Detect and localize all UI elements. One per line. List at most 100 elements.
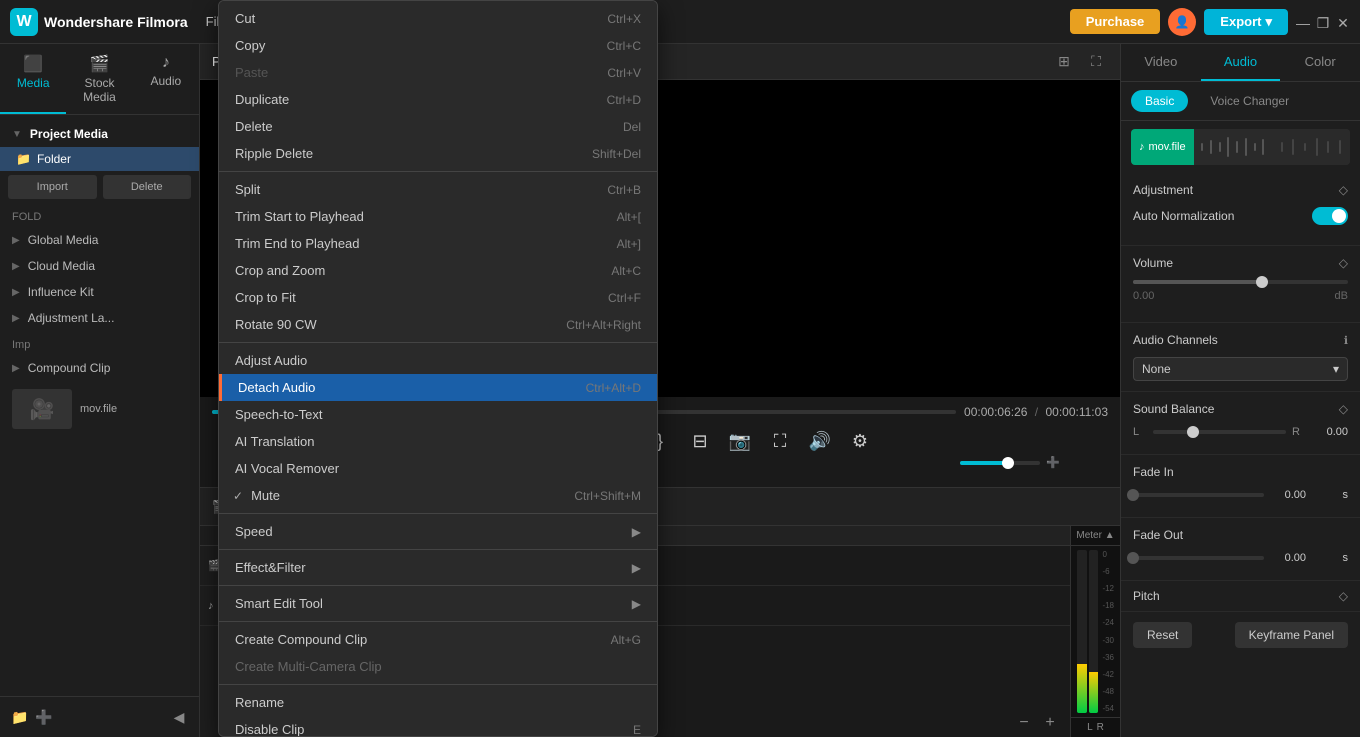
ctx-ts-shortcut: Alt+[ (617, 210, 641, 224)
purchase-button[interactable]: Purchase (1070, 9, 1161, 34)
add-item-icon[interactable]: ➕ (32, 705, 56, 729)
media-item[interactable]: 🎥 mov.file (12, 389, 187, 429)
tab-stock-media[interactable]: 🎬 Stock Media (66, 44, 132, 114)
ctx-delete[interactable]: Delete Del (219, 113, 657, 140)
avatar[interactable]: 👤 (1168, 8, 1196, 36)
ctx-se-label: Smart Edit Tool (235, 596, 323, 611)
volume-slider[interactable] (960, 461, 1040, 465)
ctx-paste-shortcut: Ctrl+V (607, 66, 641, 80)
ctx-mute[interactable]: ✓ Mute Ctrl+Shift+M (219, 482, 657, 509)
ctx-ai-vocal[interactable]: AI Vocal Remover (219, 455, 657, 482)
delete-folder-button[interactable]: Delete (103, 175, 192, 199)
ctx-trim-start[interactable]: Trim Start to Playhead Alt+[ (219, 203, 657, 230)
sidebar-item-cloud-media[interactable]: ▶ Cloud Media (0, 253, 199, 279)
sidebar-item-project-media[interactable]: ▼ Project Media (0, 121, 199, 147)
reset-button[interactable]: Reset (1133, 622, 1192, 648)
keyframe-button[interactable]: Keyframe Panel (1235, 622, 1348, 648)
collapse-icon[interactable]: ◀ (167, 705, 191, 729)
ctx-ait-label: AI Translation (235, 434, 315, 449)
sidebar-bottom: 📁 ➕ ◀ (0, 696, 199, 737)
sidebar-item-folder[interactable]: 📁 Folder (0, 147, 199, 171)
ctx-ai-translation[interactable]: AI Translation (219, 428, 657, 455)
ctx-rename[interactable]: Rename (219, 689, 657, 716)
export-button[interactable]: Export ▾ (1204, 9, 1288, 35)
ctx-smart-edit[interactable]: Smart Edit Tool ▶ (219, 590, 657, 617)
ctx-duplicate[interactable]: Duplicate Ctrl+D (219, 86, 657, 113)
volume-slider-thumb[interactable] (1256, 276, 1268, 288)
vu-scale: 0 -6 -12 -18 -24 -30 -36 -42 -48 -54 (1100, 550, 1114, 713)
ctx-create-compound[interactable]: Create Compound Clip Alt+G (219, 626, 657, 653)
volume-value: 0.00 (1133, 290, 1154, 302)
sidebar-label-adjustment: Adjustment La... (28, 311, 115, 325)
ctx-spd-label: Speed (235, 524, 273, 539)
ctx-dup-shortcut: Ctrl+D (607, 93, 641, 107)
lr-labels: L R (1071, 717, 1120, 737)
fade-out-thumb[interactable] (1127, 552, 1139, 564)
zoom-out-button[interactable]: − (1014, 713, 1034, 733)
lr-slider-thumb[interactable] (1187, 426, 1199, 438)
panel-tab-video[interactable]: Video (1121, 44, 1201, 81)
auto-norm-toggle[interactable] (1312, 207, 1348, 225)
ctx-cut[interactable]: Cut Ctrl+X (219, 5, 657, 32)
ctx-speed[interactable]: Speed ▶ (219, 518, 657, 545)
panel-subtab-voice-changer[interactable]: Voice Changer (1196, 90, 1303, 112)
pitch-diamond[interactable]: ◇ (1339, 589, 1348, 603)
close-button[interactable]: ✕ (1336, 15, 1350, 29)
clip-thumbnail: 🎥 (12, 389, 72, 429)
fullscreen-icon[interactable]: ⛶ (1084, 50, 1108, 74)
ctx-disable-clip[interactable]: Disable Clip E (219, 716, 657, 737)
zoom-controls: − + (1014, 713, 1060, 733)
audio-waveform-right (1272, 129, 1350, 165)
import-button[interactable]: Import (8, 175, 97, 199)
ctx-adjust-audio[interactable]: Adjust Audio (219, 347, 657, 374)
sidebar-item-compound-clip[interactable]: ▶ Compound Clip (0, 355, 199, 381)
add-volume-icon[interactable]: ➕ (1046, 456, 1060, 469)
tab-media[interactable]: ⬛ Media (0, 44, 66, 114)
ctx-sep6 (219, 621, 657, 622)
panel-tab-color[interactable]: Color (1280, 44, 1360, 81)
fade-in-thumb[interactable] (1127, 489, 1139, 501)
panel-subtab-basic[interactable]: Basic (1131, 90, 1188, 112)
tab-audio[interactable]: ♪ Audio (133, 44, 199, 114)
volume-slider-track[interactable] (1133, 280, 1348, 284)
ctx-sep2 (219, 342, 657, 343)
volume-control: ➕ (960, 456, 1060, 469)
ctx-split[interactable]: Split Ctrl+B (219, 176, 657, 203)
volume-diamond[interactable]: ◇ (1339, 256, 1348, 270)
ctx-speech-text[interactable]: Speech-to-Text (219, 401, 657, 428)
context-menu: Cut Ctrl+X Copy Ctrl+C Paste Ctrl+V Dupl… (218, 0, 658, 737)
panel-tab-audio[interactable]: Audio (1201, 44, 1281, 81)
ctx-crop-zoom[interactable]: Crop and Zoom Alt+C (219, 257, 657, 284)
fade-in-track[interactable] (1133, 493, 1264, 497)
maximize-button[interactable]: ❐ (1316, 15, 1330, 29)
fade-in-value: 0.00 (1270, 489, 1306, 501)
fade-out-track[interactable] (1133, 556, 1264, 560)
audio-channels-select[interactable]: None ▾ (1133, 357, 1348, 381)
vu-36: -36 (1102, 653, 1114, 662)
ctx-ripple-delete[interactable]: Ripple Delete Shift+Del (219, 140, 657, 167)
sidebar-item-influence-kit[interactable]: ▶ Influence Kit (0, 279, 199, 305)
expand-arrow: ▼ (12, 129, 22, 140)
ctx-effect-filter[interactable]: Effect&Filter ▶ (219, 554, 657, 581)
ctx-copy[interactable]: Copy Ctrl+C (219, 32, 657, 59)
settings-button[interactable]: ⚙ (846, 427, 874, 455)
sound-balance-diamond[interactable]: ◇ (1339, 402, 1348, 416)
add-folder-icon[interactable]: 📁 (8, 705, 32, 729)
adjustment-diamond[interactable]: ◇ (1339, 183, 1348, 197)
sound-balance-header-row: Sound Balance ◇ (1133, 402, 1348, 416)
sidebar-item-global-media[interactable]: ▶ Global Media (0, 227, 199, 253)
ctx-crop-fit[interactable]: Crop to Fit Ctrl+F (219, 284, 657, 311)
meter-label[interactable]: Meter ▲ (1071, 526, 1120, 546)
sidebar-item-adjustment-la[interactable]: ▶ Adjustment La... (0, 305, 199, 331)
minimize-button[interactable]: — (1296, 15, 1310, 29)
grid-view-icon[interactable]: ⊞ (1052, 50, 1076, 74)
fullscreen-player-button[interactable]: ⛶ (766, 427, 794, 455)
zoom-in-button[interactable]: + (1040, 713, 1060, 733)
split-button[interactable]: ⊟ (686, 427, 714, 455)
lr-slider-track[interactable] (1153, 430, 1286, 434)
speaker-button[interactable]: 🔊 (806, 427, 834, 455)
ctx-detach-audio[interactable]: Detach Audio Ctrl+Alt+D (219, 374, 657, 401)
ctx-rotate[interactable]: Rotate 90 CW Ctrl+Alt+Right (219, 311, 657, 338)
snapshot-button[interactable]: 📷 (726, 427, 754, 455)
ctx-trim-end[interactable]: Trim End to Playhead Alt+] (219, 230, 657, 257)
